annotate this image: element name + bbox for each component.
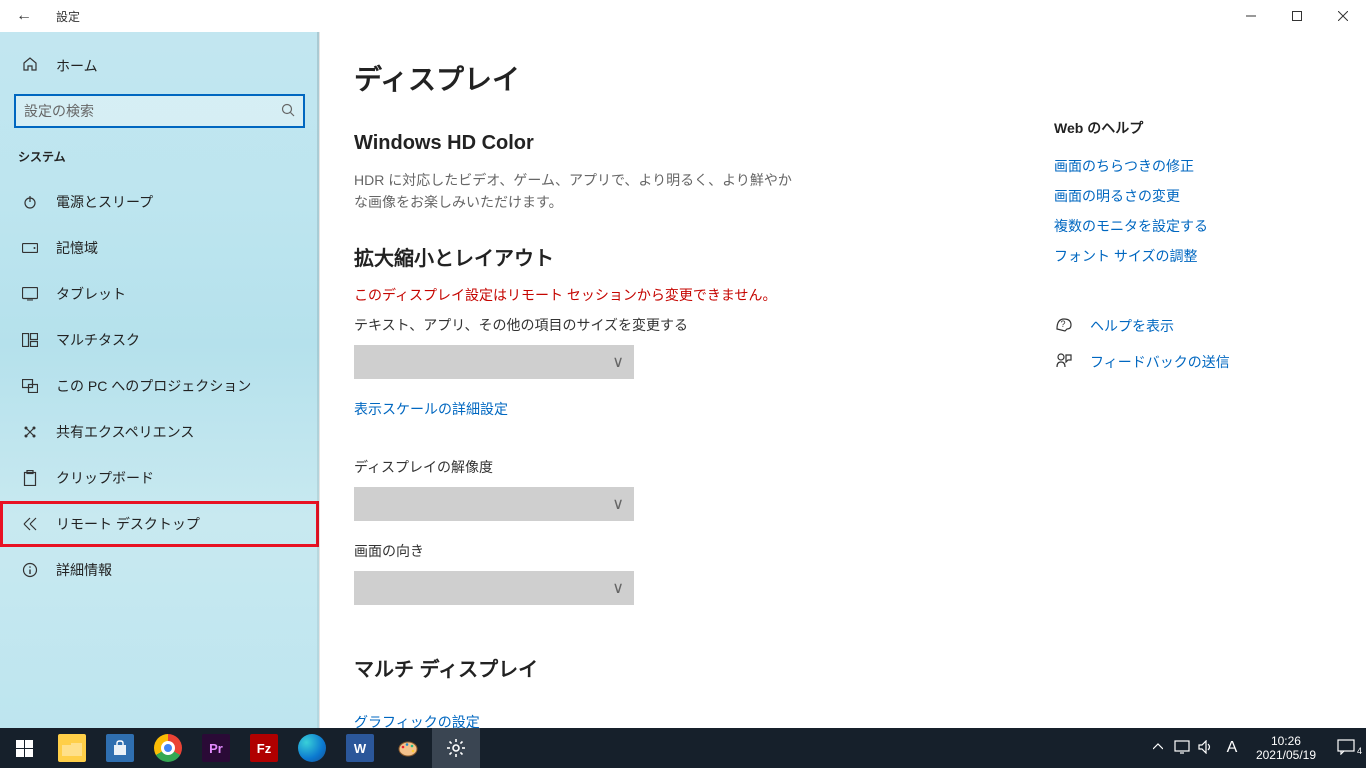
- power-icon: [20, 194, 40, 210]
- maximize-button[interactable]: [1274, 0, 1320, 32]
- sidebar-item-label: 電源とスリープ: [56, 192, 153, 212]
- taskbar-app-explorer[interactable]: [48, 728, 96, 768]
- section-hd-color: Windows HD Color: [354, 132, 1054, 155]
- sidebar-item-multitasking[interactable]: マルチタスク: [0, 317, 319, 363]
- sidebar-item-remote-desktop[interactable]: リモート デスクトップ: [0, 501, 319, 547]
- start-button[interactable]: [0, 728, 48, 768]
- web-help-heading: Web のヘルプ: [1054, 118, 1314, 138]
- sidebar-item-about[interactable]: 詳細情報: [0, 547, 319, 593]
- maximize-icon: [1292, 11, 1302, 21]
- tablet-icon: [20, 287, 40, 301]
- sidebar-scroll-indicator: [317, 32, 319, 728]
- graphics-settings-link[interactable]: グラフィックの設定: [354, 712, 480, 728]
- help-link-flicker[interactable]: 画面のちらつきの修正: [1054, 156, 1194, 176]
- section-multi-display: マルチ ディスプレイ: [354, 653, 1054, 682]
- sidebar-item-label: マルチタスク: [56, 330, 140, 350]
- sidebar-item-storage[interactable]: 記憶域: [0, 225, 319, 271]
- storage-icon: [20, 243, 40, 253]
- sidebar-item-projecting[interactable]: この PC へのプロジェクション: [0, 363, 319, 409]
- right-rail: Web のヘルプ 画面のちらつきの修正 画面の明るさの変更 複数のモニタを設定す…: [1054, 58, 1344, 728]
- info-icon: [20, 562, 40, 578]
- text-size-dropdown[interactable]: ∨: [354, 345, 634, 379]
- orientation-label: 画面の向き: [354, 541, 1054, 561]
- taskbar-app-edge[interactable]: [288, 728, 336, 768]
- get-help-link[interactable]: ヘルプを表示: [1090, 316, 1174, 336]
- main-content: ディスプレイ Windows HD Color HDR に対応したビデオ、ゲーム…: [320, 32, 1366, 728]
- minimize-icon: [1246, 11, 1256, 21]
- gear-icon: [446, 738, 466, 758]
- sidebar-item-label: クリップボード: [56, 468, 154, 488]
- sidebar-group-title: システム: [0, 138, 319, 179]
- taskbar-app-chrome[interactable]: [144, 728, 192, 768]
- resolution-label: ディスプレイの解像度: [354, 457, 1054, 477]
- page-title: ディスプレイ: [354, 58, 1054, 98]
- sidebar-item-label: この PC へのプロジェクション: [56, 376, 251, 396]
- sidebar-item-tablet[interactable]: タブレット: [0, 271, 319, 317]
- sidebar-item-label: 共有エクスペリエンス: [56, 422, 194, 442]
- search-icon: [281, 103, 295, 120]
- chevron-down-icon: ∨: [612, 578, 624, 598]
- home-label: ホーム: [56, 56, 98, 76]
- give-feedback-link[interactable]: フィードバックの送信: [1090, 352, 1230, 372]
- taskbar-app-premiere[interactable]: Pr: [192, 728, 240, 768]
- taskbar-app-settings[interactable]: [432, 728, 480, 768]
- taskbar-time: 10:26: [1256, 734, 1316, 748]
- taskbar: Pr Fz W A 10:26 2021/05/19 4: [0, 728, 1366, 768]
- help-link-multi-monitor[interactable]: 複数のモニタを設定する: [1054, 216, 1208, 236]
- sidebar-item-clipboard[interactable]: クリップボード: [0, 455, 319, 501]
- close-button[interactable]: [1320, 0, 1366, 32]
- back-button[interactable]: ←: [0, 7, 48, 25]
- taskbar-app-filezilla[interactable]: Fz: [240, 728, 288, 768]
- title-bar: ← 設定: [0, 0, 1366, 32]
- close-icon: [1338, 11, 1348, 21]
- resolution-dropdown[interactable]: ∨: [354, 487, 634, 521]
- search-input-container[interactable]: [14, 94, 305, 128]
- taskbar-app-store[interactable]: [96, 728, 144, 768]
- sidebar-item-label: 詳細情報: [56, 560, 112, 580]
- home-icon: [20, 56, 40, 77]
- chevron-down-icon: ∨: [612, 352, 624, 372]
- section-scaling: 拡大縮小とレイアウト: [354, 242, 1054, 271]
- chevron-down-icon: ∨: [612, 494, 624, 514]
- sidebar-item-power-sleep[interactable]: 電源とスリープ: [0, 179, 319, 225]
- multitasking-icon: [20, 333, 40, 347]
- help-icon: ?: [1054, 315, 1074, 338]
- help-link-brightness[interactable]: 画面の明るさの変更: [1054, 186, 1180, 206]
- notification-count: 4: [1357, 746, 1362, 756]
- text-size-label: テキスト、アプリ、その他の項目のサイズを変更する: [354, 315, 1054, 335]
- search-input[interactable]: [24, 103, 281, 119]
- home-button[interactable]: ホーム: [0, 44, 319, 88]
- window-title: 設定: [56, 8, 80, 25]
- tray-network-icon[interactable]: [1170, 740, 1194, 757]
- svg-text:?: ?: [1060, 319, 1065, 329]
- shared-icon: [20, 424, 40, 440]
- remote-desktop-icon: [20, 517, 40, 531]
- advanced-scaling-link[interactable]: 表示スケールの詳細設定: [354, 399, 508, 419]
- taskbar-date: 2021/05/19: [1256, 748, 1316, 762]
- action-center-button[interactable]: 4: [1326, 739, 1366, 758]
- taskbar-app-word[interactable]: W: [336, 728, 384, 768]
- sidebar-item-label: タブレット: [56, 284, 126, 304]
- sidebar-item-label: リモート デスクトップ: [56, 514, 200, 534]
- projecting-icon: [20, 379, 40, 393]
- sidebar: ホーム システム 電源とスリープ 記憶域: [0, 32, 320, 728]
- clipboard-icon: [20, 470, 40, 486]
- taskbar-clock[interactable]: 10:26 2021/05/19: [1246, 734, 1326, 763]
- orientation-dropdown[interactable]: ∨: [354, 571, 634, 605]
- feedback-icon: [1054, 351, 1074, 374]
- sidebar-item-shared-experiences[interactable]: 共有エクスペリエンス: [0, 409, 319, 455]
- notification-icon: [1337, 739, 1355, 755]
- remote-session-warning: このディスプレイ設定はリモート セッションから変更できません。: [354, 285, 1054, 305]
- tray-overflow-button[interactable]: [1146, 741, 1170, 755]
- tray-volume-icon[interactable]: [1194, 740, 1218, 757]
- sidebar-item-label: 記憶域: [56, 238, 98, 258]
- taskbar-app-paint[interactable]: [384, 728, 432, 768]
- help-link-font-size[interactable]: フォント サイズの調整: [1054, 246, 1197, 266]
- sidebar-nav: 電源とスリープ 記憶域 タブレット マルチタスク この PC へのプロジェクショ…: [0, 179, 319, 593]
- tray-ime-indicator[interactable]: A: [1218, 739, 1246, 757]
- minimize-button[interactable]: [1228, 0, 1274, 32]
- hd-color-description: HDR に対応したビデオ、ゲーム、アプリで、より明るく、より鮮やかな画像をお楽し…: [354, 169, 804, 214]
- windows-icon: [16, 740, 33, 757]
